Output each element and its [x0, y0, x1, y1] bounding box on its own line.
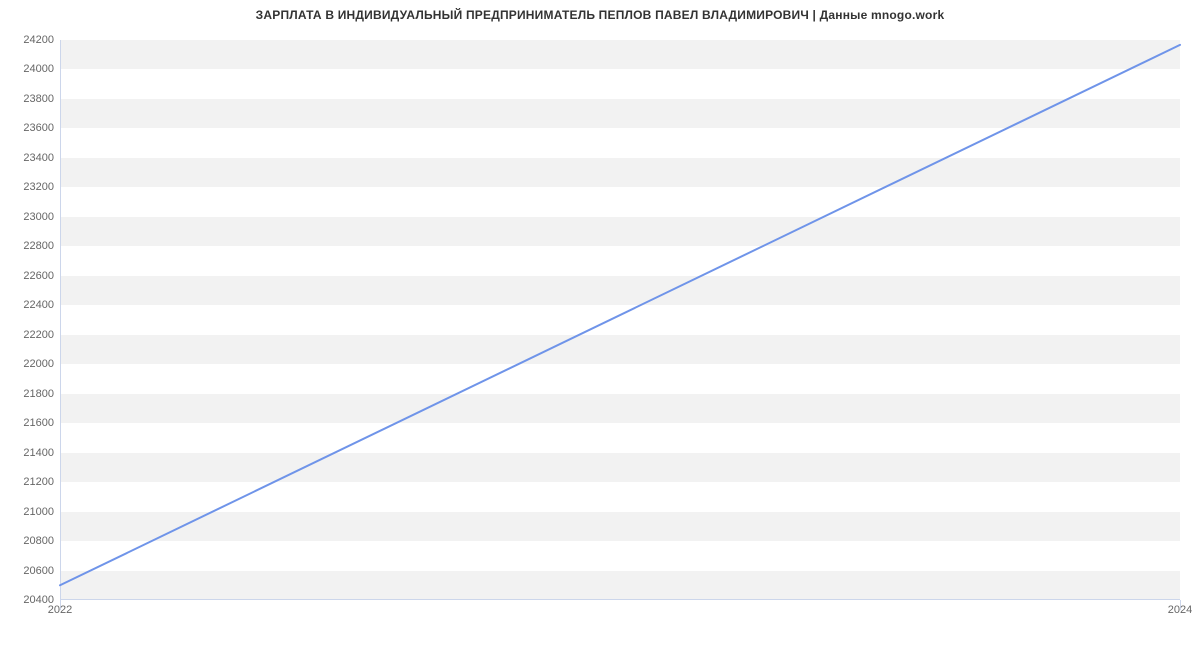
chart-title: ЗАРПЛАТА В ИНДИВИДУАЛЬНЫЙ ПРЕДПРИНИМАТЕЛ…: [0, 8, 1200, 22]
y-tick-label: 24000: [4, 63, 54, 75]
chart-container: ЗАРПЛАТА В ИНДИВИДУАЛЬНЫЙ ПРЕДПРИНИМАТЕЛ…: [0, 0, 1200, 650]
x-tick-label: 2024: [1150, 604, 1200, 616]
y-tick-label: 23200: [4, 181, 54, 193]
y-tick-label: 23600: [4, 122, 54, 134]
y-tick-label: 22000: [4, 358, 54, 370]
y-tick-label: 21600: [4, 417, 54, 429]
series-line: [60, 45, 1180, 585]
y-tick-label: 22200: [4, 329, 54, 341]
y-tick-label: 21000: [4, 506, 54, 518]
y-tick-label: 22800: [4, 240, 54, 252]
y-tick-label: 23000: [4, 211, 54, 223]
y-tick-label: 22400: [4, 299, 54, 311]
y-tick-label: 21200: [4, 476, 54, 488]
y-tick-label: 23400: [4, 152, 54, 164]
y-tick-label: 21400: [4, 447, 54, 459]
y-tick-label: 24200: [4, 34, 54, 46]
y-tick-label: 22600: [4, 270, 54, 282]
x-tick-label: 2022: [30, 604, 90, 616]
y-tick-label: 23800: [4, 93, 54, 105]
y-tick-label: 20600: [4, 565, 54, 577]
plot-area: [60, 40, 1180, 600]
y-tick-label: 21800: [4, 388, 54, 400]
line-layer: [60, 40, 1180, 600]
y-tick-label: 20800: [4, 535, 54, 547]
